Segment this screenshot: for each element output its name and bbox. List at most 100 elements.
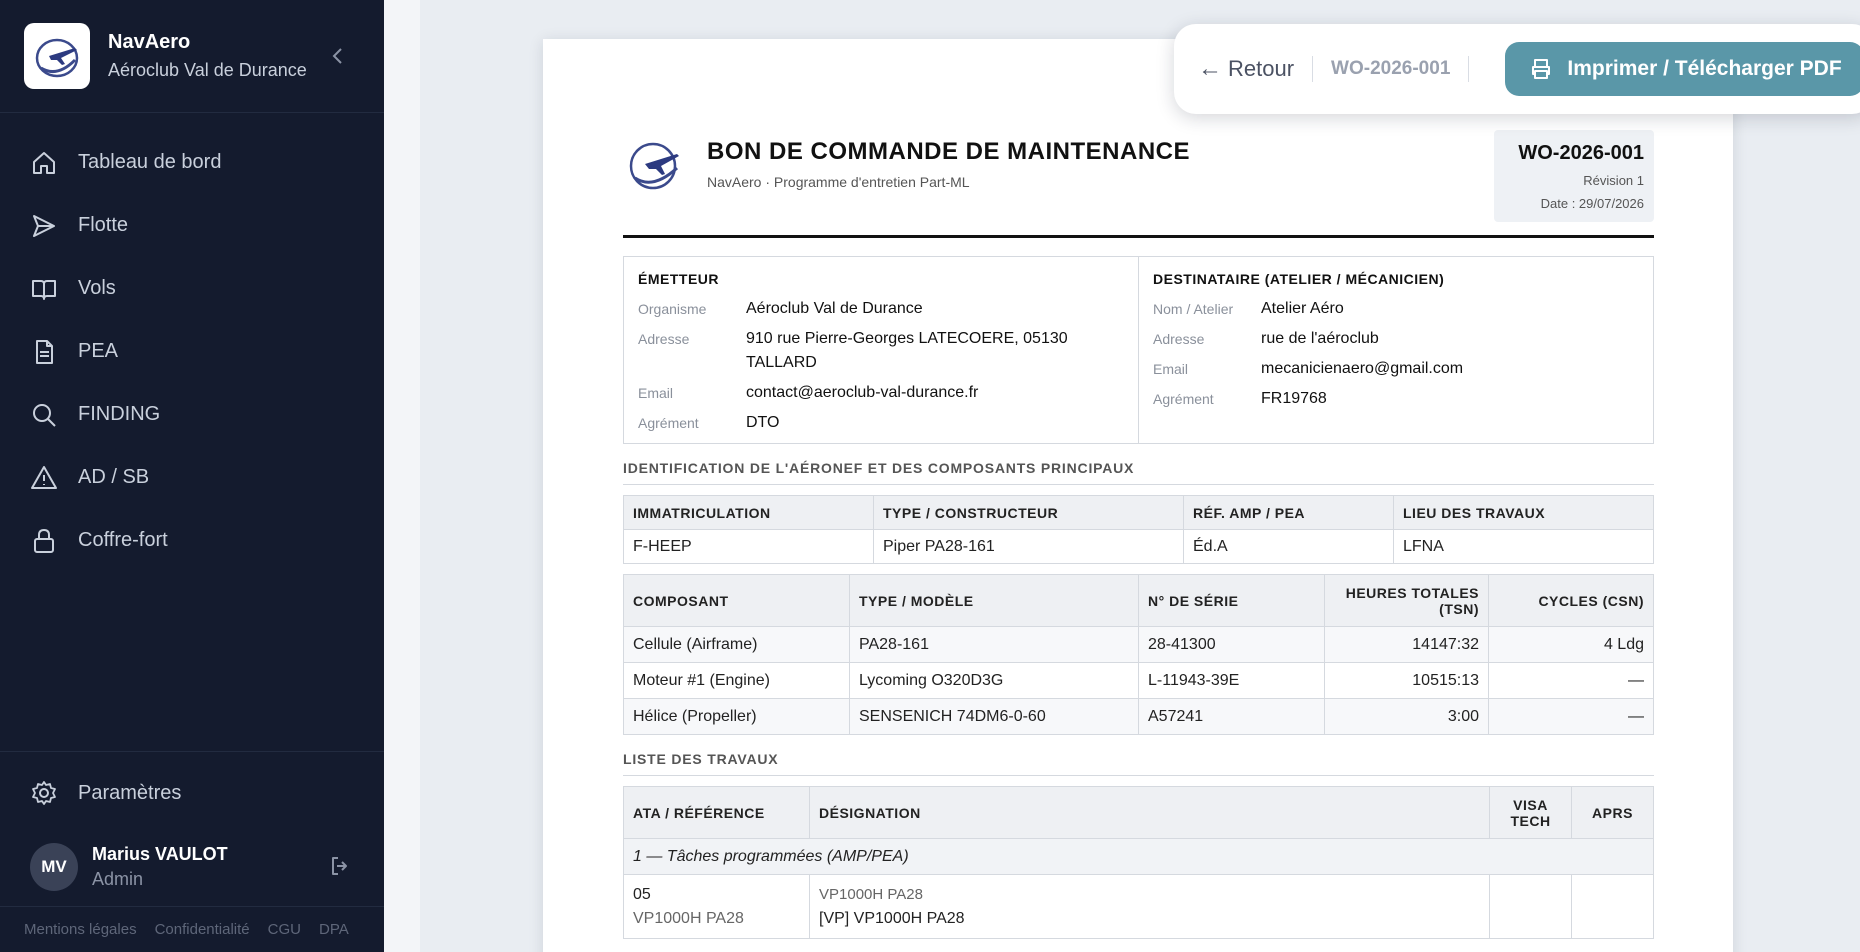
column-header: VISA TECH (1489, 786, 1572, 839)
field-value: rue de l'aéroclub (1261, 330, 1379, 347)
document-subtitle: NavAero · Programme d'entretien Part-ML (707, 174, 970, 190)
nav-item-tableau-de-bord[interactable]: Tableau de bord (0, 131, 384, 194)
document-icon (36, 339, 53, 364)
table-cell: 10515:13 (1324, 662, 1489, 699)
nav-label: AD / SB (78, 466, 150, 488)
recipient-block: DESTINATAIRE (ATELIER / MÉCANICIEN) Nom … (1138, 257, 1653, 443)
column-header: APRS (1571, 786, 1654, 839)
table-cell: L-11943-39E (1138, 662, 1325, 699)
logout-icon[interactable] (328, 854, 352, 878)
print-pdf-button[interactable]: Imprimer / Télécharger PDF (1505, 42, 1860, 96)
field-label: Adresse (1153, 331, 1205, 347)
emitter-row: Agrément DTO (638, 411, 1124, 435)
emitter-title: ÉMETTEUR (638, 271, 719, 287)
user-name: Marius VAULOT (92, 844, 228, 864)
nav-item-pea[interactable]: PEA (0, 320, 384, 383)
nav-label: FINDING (78, 403, 161, 425)
table-row: Cellule (Airframe) PA28-161 28-41300 141… (623, 626, 1654, 663)
legal-link-confidentialite[interactable]: Confidentialité (155, 921, 250, 938)
nav-item-finding[interactable]: FINDING (0, 383, 384, 446)
brand-name: NavAero (108, 31, 191, 53)
identification-section-title: IDENTIFICATION DE L'AÉRONEF ET DES COMPO… (623, 460, 1654, 485)
column-header: TYPE / CONSTRUCTEUR (873, 495, 1184, 530)
legal-links: Mentions légales Confidentialité CGU DPA (0, 906, 384, 952)
column-header: DÉSIGNATION (809, 786, 1490, 839)
nav-label: Coffre-fort (78, 529, 168, 551)
table-cell: Éd.A (1183, 529, 1394, 564)
brand-subtitle: Aéroclub Val de Durance (108, 60, 307, 80)
home-icon (33, 151, 55, 174)
send-icon (33, 214, 55, 237)
nav-item-ad-sb[interactable]: AD / SB (0, 446, 384, 509)
aprs-cell (1571, 874, 1654, 939)
nav-label: Flotte (78, 214, 129, 236)
print-label: Imprimer / Télécharger PDF (1567, 57, 1842, 80)
field-value: Atelier Aéro (1261, 300, 1344, 317)
printer-icon (1532, 59, 1551, 79)
legal-link-cgu[interactable]: CGU (268, 921, 301, 938)
arrow-left-icon: ← (1198, 55, 1222, 82)
field-label: Organisme (638, 301, 707, 317)
nav-item-parametres[interactable]: Paramètres (0, 758, 384, 828)
column-header: COMPOSANT (623, 574, 850, 627)
recipient-row: Agrément FR19768 (1153, 387, 1639, 411)
back-label: Retour (1228, 56, 1295, 81)
task-row: 05 VP1000H PA28 VP1000H PA28 [VP] VP1000… (623, 874, 1654, 939)
recipient-row: Nom / Atelier Atelier Aéro (1153, 297, 1639, 321)
works-section-title: LISTE DES TRAVAUX (623, 751, 1654, 776)
main-nav: Tableau de bord Flotte Vols PEA FINDING … (0, 113, 384, 572)
recipient-row: Adresse rue de l'aéroclub (1153, 327, 1639, 351)
task-reference-small: VP1000H PA28 (819, 886, 923, 903)
table-cell: 4 Ldg (1488, 626, 1654, 663)
back-button[interactable]: ← Retour (1198, 55, 1294, 83)
column-header: TYPE / MODÈLE (849, 574, 1139, 627)
table-header-row: ATA / RÉFÉRENCE DÉSIGNATION VISA TECH AP… (623, 786, 1654, 839)
task-group-label: 1 — Tâches programmées (AMP/PEA) (623, 838, 1654, 875)
work-order-number: WO-2026-001 (1518, 142, 1644, 164)
table-cell: F-HEEP (623, 529, 874, 564)
column-header: ATA / RÉFÉRENCE (623, 786, 810, 839)
nav-label: PEA (78, 340, 119, 362)
table-cell: Hélice (Propeller) (623, 698, 850, 735)
document-toolbar: ← Retour WO-2026-001 Imprimer / Téléchar… (1174, 24, 1860, 114)
task-reference: VP1000H PA28 (633, 910, 744, 927)
book-icon (32, 279, 56, 300)
chevron-left-icon[interactable] (328, 44, 348, 68)
table-cell: A57241 (1138, 698, 1325, 735)
emitter-block: ÉMETTEUR Organisme Aéroclub Val de Duranc… (624, 257, 1138, 443)
document-title: BON DE COMMANDE DE MAINTENANCE (707, 138, 1190, 165)
table-cell: SENSENICH 74DM6-0-60 (849, 698, 1139, 735)
recipient-row: Email mecanicienaero@gmail.com (1153, 357, 1639, 381)
works-table: ATA / RÉFÉRENCE DÉSIGNATION VISA TECH AP… (623, 786, 1654, 939)
field-value: DTO (746, 414, 780, 431)
field-label: Email (638, 385, 674, 401)
nav-item-flotte[interactable]: Flotte (0, 194, 384, 257)
nav-item-vols[interactable]: Vols (0, 257, 384, 320)
column-header: IMMATRICULATION (623, 495, 874, 530)
emitter-row: Email contact@aeroclub-val-durance.fr (638, 381, 1124, 405)
gear-icon (32, 781, 56, 805)
table-cell: — (1488, 698, 1654, 735)
user-profile[interactable]: MV Marius VAULOT Admin (0, 828, 384, 906)
visa-tech-cell (1489, 874, 1572, 939)
components-table: COMPOSANT TYPE / MODÈLE N° DE SÉRIE HEUR… (623, 574, 1654, 735)
nav-label: Tableau de bord (78, 151, 222, 173)
recipient-title: DESTINATAIRE (ATELIER / MÉCANICIEN) (1153, 271, 1445, 287)
settings-label: Paramètres (78, 781, 182, 804)
column-header: CYCLES (CSN) (1488, 574, 1654, 627)
table-cell: LFNA (1393, 529, 1654, 564)
nav-label: Vols (78, 277, 116, 299)
search-icon (33, 403, 56, 427)
table-header-row: COMPOSANT TYPE / MODÈLE N° DE SÉRIE HEUR… (623, 574, 1654, 627)
sidebar: NavAero Aéroclub Val de Durance Tableau … (0, 0, 384, 952)
table-cell: 05 VP1000H PA28 (623, 874, 810, 939)
legal-link-dpa[interactable]: DPA (319, 921, 349, 938)
table-cell: 14147:32 (1324, 626, 1489, 663)
toolbar-work-order-ref: WO-2026-001 (1331, 58, 1451, 79)
work-order-box: WO-2026-001 Révision 1 Date : 29/07/2026 (1494, 130, 1654, 222)
field-label: Agrément (638, 415, 699, 431)
navaero-logo[interactable] (24, 23, 90, 89)
legal-link-mentions[interactable]: Mentions légales (24, 921, 137, 938)
nav-item-coffre-fort[interactable]: Coffre-fort (0, 509, 384, 572)
table-cell: Moteur #1 (Engine) (623, 662, 850, 699)
